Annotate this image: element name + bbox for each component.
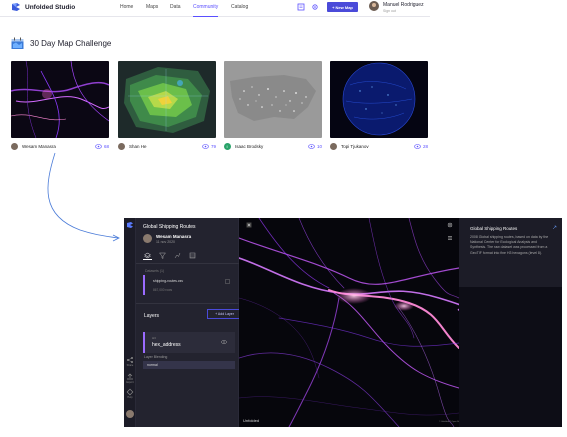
new-map-button[interactable]: + New Map (327, 2, 358, 12)
rail-share-label: Share (126, 364, 134, 367)
left-rail: Share Export Help (124, 218, 136, 427)
nav-data[interactable]: Data (170, 4, 181, 17)
rail-help-label: Help (127, 396, 133, 399)
views-eye-icon (308, 143, 315, 149)
panel-divider (136, 303, 239, 304)
layer-type: H3 (152, 336, 156, 340)
layers-icon (144, 252, 151, 258)
views-eye-icon (202, 143, 209, 149)
tab-basemap[interactable] (188, 251, 197, 260)
description-panel: Global Shipping Routes 2008 Global shipp… (459, 218, 562, 287)
map-canvas[interactable] (239, 218, 459, 427)
calendar-map-icon (11, 37, 24, 49)
views-eye-icon (414, 143, 421, 149)
basemap-icon (189, 252, 196, 258)
blending-label: Layer Blending (144, 355, 168, 359)
card-footer: Wesam Manasra 68 (11, 141, 109, 151)
map-title: Global Shipping Routes (143, 224, 196, 230)
datasets-label: Datasets (1) (145, 269, 165, 273)
unfolded-logo-icon (12, 3, 20, 11)
layer-name: hex_address (152, 342, 181, 348)
info-panel: Global Shipping Routes 2008 Global shipp… (447, 218, 562, 427)
nav-catalog[interactable]: Catalog (231, 4, 248, 17)
map-card[interactable]: Wesam Manasra 68 (11, 61, 109, 150)
top-nav: Unfolded Studio Home Maps Data Community… (0, 0, 430, 17)
map-legend-icon[interactable] (447, 235, 453, 241)
challenge-title: 30 Day Map Challenge (30, 39, 112, 48)
author-avatar (143, 234, 152, 243)
panel-tabs (143, 251, 197, 260)
card-footer: Shan He 79 (118, 141, 216, 151)
map-card[interactable]: Isaac Brodsky 10 (224, 61, 322, 150)
card-views: 68 (103, 143, 109, 149)
share-icon[interactable] (126, 356, 134, 364)
map-thumbnail[interactable] (118, 61, 216, 138)
map-close-icon[interactable] (246, 222, 252, 228)
nav-home[interactable]: Home (120, 4, 133, 17)
info-description: 2008 Global shipping routes, based on da… (470, 235, 549, 255)
panel-divider (136, 263, 239, 264)
card-author[interactable]: Isaac Brodsky (235, 144, 308, 149)
layer-visibility-icon[interactable] (221, 340, 227, 344)
author-avatar (118, 142, 125, 150)
info-title: Global Shipping Routes (470, 226, 518, 231)
map-card[interactable]: Topi Tjukanov 28 (330, 61, 428, 150)
rail-export-label: Export (126, 381, 134, 384)
community-page: Unfolded Studio Home Maps Data Community… (0, 0, 567, 437)
card-author[interactable]: Topi Tjukanov (341, 144, 414, 149)
author-avatar (224, 142, 231, 150)
map-card[interactable]: Shan He 79 (118, 61, 216, 150)
app-name: Unfolded Studio (25, 3, 76, 11)
dataset-table-icon[interactable] (225, 279, 230, 284)
tab-interactions[interactable] (173, 251, 182, 260)
bookmark-icon[interactable] (297, 3, 305, 11)
card-footer: Isaac Brodsky 10 (224, 141, 322, 151)
interaction-icon (174, 252, 181, 258)
map-settings-icon[interactable] (447, 222, 453, 228)
settings-gear-icon[interactable] (311, 3, 319, 11)
tab-filters[interactable] (158, 251, 167, 260)
card-views: 10 (316, 143, 322, 149)
user-avatar[interactable] (126, 410, 134, 418)
user-name: Manuel Rodriguez (383, 2, 424, 8)
card-author[interactable]: Wesam Manasra (22, 144, 95, 149)
views-eye-icon (95, 143, 102, 149)
author-avatar (11, 142, 18, 150)
map-thumbnail[interactable] (330, 61, 428, 138)
blending-select[interactable]: normal (143, 361, 235, 369)
challenge-header: 30 Day Map Challenge (11, 37, 111, 50)
map-app-window: Share Export Help Global Shipping Routes… (124, 218, 562, 427)
tab-layers[interactable] (143, 251, 152, 260)
export-icon[interactable] (126, 373, 134, 381)
nav-community[interactable]: Community (193, 4, 219, 17)
card-views: 79 (210, 143, 216, 149)
sign-out-link[interactable]: Sign out (383, 9, 396, 13)
app-logo[interactable]: Unfolded Studio (11, 2, 75, 12)
layer-card[interactable]: H3 hex_address (143, 332, 235, 353)
dataset-rows: 867,000 rows (153, 288, 173, 292)
filter-icon (159, 252, 166, 259)
card-footer: Topi Tjukanov 28 (330, 141, 428, 151)
author-avatar (330, 142, 337, 150)
help-icon[interactable] (126, 388, 134, 396)
app-logo-icon[interactable] (126, 221, 134, 229)
dataset-card[interactable]: shipping-routes.csv 867,000 rows (143, 275, 232, 295)
map-thumbnail[interactable] (224, 61, 322, 138)
map-date: 11 nov 2020 (156, 240, 176, 244)
map-thumbnail[interactable] (11, 61, 109, 138)
card-author[interactable]: Shan He (129, 144, 202, 149)
card-views: 28 (422, 143, 428, 149)
nav-maps[interactable]: Maps (146, 4, 158, 17)
map-author: Wesam Manasra (156, 234, 192, 239)
layers-title: Layers (144, 313, 160, 319)
side-panel: Global Shipping Routes Wesam Manasra 11 … (136, 218, 242, 427)
unfolded-brand: Unfolded (243, 418, 260, 423)
add-layer-button[interactable]: + Add Layer (207, 309, 242, 319)
user-avatar[interactable] (369, 1, 379, 11)
dataset-name: shipping-routes.csv (153, 279, 184, 283)
expand-icon[interactable] (552, 225, 557, 230)
